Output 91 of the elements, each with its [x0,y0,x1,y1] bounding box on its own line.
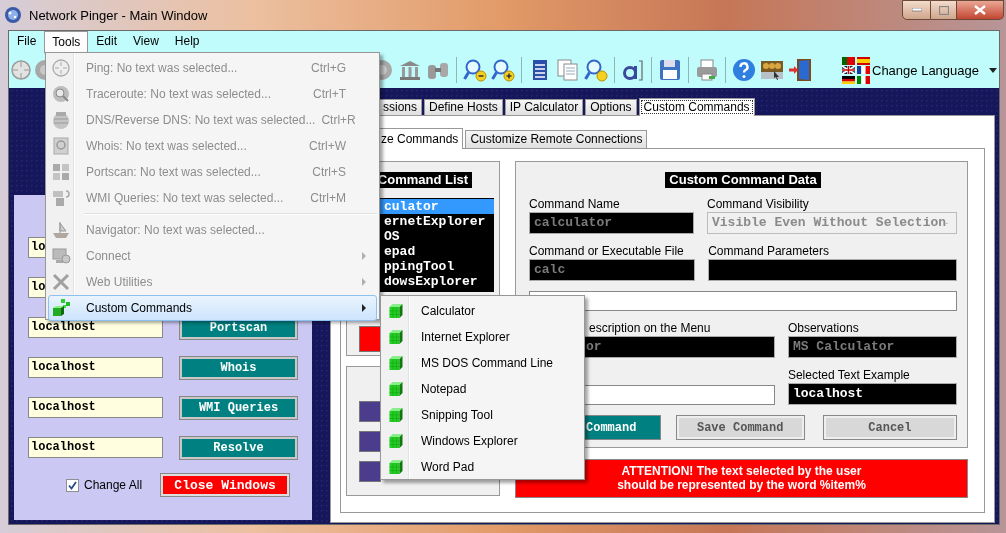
maximize-icon [938,5,949,15]
menu-item[interactable]: Edit [88,31,126,52]
shortcut-label: Ctrl+G [310,61,347,75]
cube-icon [388,381,404,397]
cube-icon [388,459,404,475]
minimize-button[interactable] [902,0,931,20]
checkbox-label: Change All [84,478,143,492]
field-label: Command Parameters [708,244,830,258]
menu-item[interactable]: Windows Explorer [383,428,582,454]
close-windows-button[interactable]: Close Windows [161,474,290,496]
maximize-button[interactable] [931,0,957,20]
tab[interactable]: Custom Commands [638,98,755,116]
exit-door-icon[interactable] [788,58,812,82]
menu-item[interactable]: Internet Explorer [383,324,582,350]
globe-icon [51,110,71,130]
computer-icon [51,246,71,266]
minimize-icon [911,8,922,12]
menu-item[interactable]: MS DOS Command Line [383,350,582,376]
magnifier-plus-icon[interactable] [491,58,515,82]
text-format-icon[interactable] [621,58,645,82]
shortcut-label: Ctrl+S [311,165,347,179]
cube-icon [388,433,404,449]
field-label: Command Visibility [707,197,810,211]
cube-icon [388,303,404,319]
shortcut-label: Ctrl+M [309,191,347,205]
text-field[interactable] [708,259,957,281]
field-label: Observations [787,321,860,335]
action-button[interactable]: WMI Queries [180,397,297,419]
field-label: escription on the Menu [588,321,712,335]
magnifier-minus-icon[interactable] [463,58,487,82]
tab[interactable]: ssions [378,99,422,115]
menu-item[interactable]: Tools [44,31,89,54]
list-action-button[interactable] [359,431,381,452]
command-button[interactable]: Cancel [822,415,957,440]
tab[interactable]: Define Hosts [424,99,503,115]
host-field[interactable]: localhost [28,357,163,378]
list-action-button[interactable] [359,461,381,482]
magnifier-icon[interactable] [584,58,608,82]
tiles-icon[interactable] [760,58,784,82]
menu-item[interactable]: File [9,31,45,52]
close-button[interactable] [957,0,1004,20]
document-icon [51,136,71,156]
menu-item[interactable]: Custom Commands [48,295,377,321]
tiles-icon [51,162,71,182]
save-icon[interactable] [658,58,682,82]
magnifier-icon [51,84,71,104]
text-field[interactable]: localhost [787,383,957,405]
action-button[interactable]: Resolve [180,437,297,459]
cube-icon [388,329,404,345]
group-title: Custom Command Data [665,172,821,188]
checkbox[interactable] [66,478,79,492]
field-label: Command or Executable File [529,244,685,258]
tab[interactable]: Customize Remote Connections [465,130,648,148]
submenu-arrow-icon [362,304,366,312]
command-button[interactable]: Save Command [675,415,805,440]
app-icon [4,6,22,24]
host-field[interactable]: localhost [28,397,163,418]
ship-icon [51,220,71,240]
blocks-icon [51,188,71,208]
menu-item[interactable]: View [125,31,167,52]
menu-item[interactable]: Calculator [383,298,582,324]
tools-icon [51,272,71,292]
host-field[interactable]: localhost [28,437,163,458]
cubes-icon [51,298,71,318]
text-field[interactable] [529,291,957,311]
help-icon[interactable] [732,58,756,82]
cube-icon [388,355,404,371]
crosshair-icon [51,58,71,78]
crosshair-icon[interactable] [9,58,33,82]
menu-item[interactable]: Snipping Tool [383,402,582,428]
field-label: Command Name [529,197,621,211]
shortcut-label: Ctrl+T [312,87,347,101]
list-action-button[interactable] [359,401,381,422]
cube-icon [388,407,404,423]
shortcut-label: Ctrl+R [320,113,357,127]
flags-icon [842,56,870,84]
close-icon [974,5,986,15]
tab[interactable]: Options [585,99,637,115]
building-icon[interactable] [398,58,422,82]
attention-banner: ATTENTION! The text selected by the user should be represented by the word %item% [515,459,968,498]
menu-item[interactable]: Notepad [383,376,582,402]
action-button[interactable]: Whois [180,357,297,379]
shortcut-label: Ctrl+W [308,139,347,153]
language-dropdown[interactable]: Change Language [842,56,997,84]
submenu-arrow-icon [362,278,366,286]
tab[interactable]: IP Calculator [504,99,584,115]
submenu-arrow-icon [362,252,366,260]
printer-icon[interactable] [695,58,719,82]
menu-item[interactable]: Help [166,31,208,52]
field-label: Selected Text Example [787,368,911,382]
window-title: Network Pinger - Main Window [29,7,208,23]
